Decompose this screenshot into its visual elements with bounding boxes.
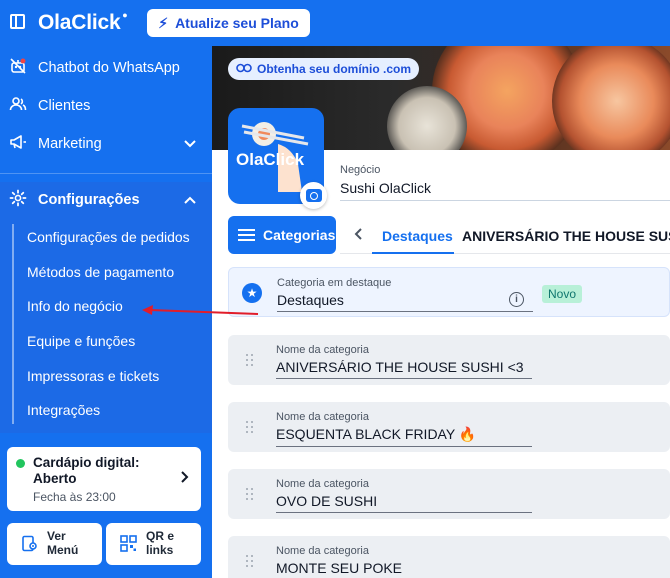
- categories-button[interactable]: Categorias: [228, 216, 336, 254]
- menu-icon: [238, 229, 255, 241]
- drag-handle-icon[interactable]: [246, 421, 256, 433]
- category-row: Nome da categoria OVO DE SUSHI: [228, 469, 670, 519]
- camera-icon[interactable]: [300, 182, 327, 209]
- sidebar-item-label: Marketing: [38, 136, 102, 152]
- view-menu-button[interactable]: Ver Menú: [7, 523, 102, 565]
- chevron-right-icon: [181, 471, 189, 486]
- robot-icon: [8, 57, 28, 80]
- submenu-item-info-negocio[interactable]: Info do negócio: [27, 298, 123, 314]
- annotation-arrow: [142, 305, 259, 315]
- sidebar-divider: [0, 173, 212, 174]
- chevron-up-icon: [184, 193, 196, 207]
- category-name-input[interactable]: OVO DE SUSHI: [276, 493, 532, 513]
- submenu-item-integracoes[interactable]: Integrações: [27, 402, 100, 418]
- category-name-label: Nome da categoria: [276, 478, 369, 490]
- status-dot: [16, 459, 25, 468]
- logo: OlaClick ●: [38, 10, 128, 34]
- category-row: Nome da categoria ANIVERSÁRIO THE HOUSE …: [228, 335, 670, 385]
- category-tabs: Destaques ANIVERSÁRIO THE HOUSE SUSHI: [340, 216, 670, 254]
- chevron-down-icon: [184, 137, 196, 151]
- business-name-field[interactable]: Negócio Sushi OlaClick: [340, 164, 670, 201]
- drag-handle-icon[interactable]: [246, 354, 256, 366]
- active-tab-indicator: [372, 252, 454, 254]
- submenu-item-equipe[interactable]: Equipe e funções: [27, 333, 135, 349]
- featured-category-row: ★ Categoria em destaque Destaques i Novo: [228, 267, 670, 317]
- submenu-item-impressoras[interactable]: Impressoras e tickets: [27, 368, 159, 384]
- sidebar-item-clientes[interactable]: Clientes: [0, 88, 212, 124]
- logo-text: OlaClick: [236, 150, 305, 169]
- sidebar-item-label: Clientes: [38, 98, 91, 114]
- featured-category-input[interactable]: Destaques: [277, 292, 533, 312]
- menu-closing-time: Fecha às 23:00: [33, 490, 116, 504]
- gear-icon: [8, 189, 28, 212]
- tab-aniversario[interactable]: ANIVERSÁRIO THE HOUSE SUSHI: [462, 228, 670, 244]
- users-icon: [8, 95, 28, 118]
- tab-destaques[interactable]: Destaques: [382, 228, 453, 244]
- qr-links-button[interactable]: QR e links: [106, 523, 201, 565]
- link-icon: [236, 62, 252, 76]
- sidebar-item-chatbot[interactable]: Chatbot do WhatsApp: [0, 50, 212, 86]
- top-bar: OlaClick ● ⚡︎ Atualize seu Plano: [0, 0, 670, 46]
- sidebar-item-configuracoes[interactable]: Configurações: [0, 182, 212, 218]
- category-row: Nome da categoria ESQUENTA BLACK FRIDAY …: [228, 402, 670, 452]
- sidebar-item-label: Configurações: [38, 192, 140, 208]
- digital-menu-status-card[interactable]: Cardápio digital: Aberto Fecha às 23:00: [7, 447, 201, 511]
- submenu-guide-line: [12, 224, 14, 424]
- business-name-value[interactable]: Sushi OlaClick: [340, 180, 670, 201]
- qr-code-icon: [120, 535, 137, 552]
- category-name-label: Nome da categoria: [276, 344, 369, 356]
- new-badge: Novo: [542, 285, 583, 303]
- submenu-item-config-pedidos[interactable]: Configurações de pedidos: [27, 229, 190, 245]
- upgrade-plan-button[interactable]: ⚡︎ Atualize seu Plano: [147, 9, 310, 37]
- main-content: Obtenha seu domínio .com OlaClick Negóci…: [212, 46, 670, 578]
- sidebar-item-marketing[interactable]: Marketing: [0, 126, 212, 162]
- view-menu-label: Ver Menú: [47, 529, 79, 557]
- business-name-label: Negócio: [340, 164, 381, 176]
- category-name-label: Nome da categoria: [276, 545, 369, 557]
- info-icon[interactable]: i: [509, 292, 524, 307]
- get-domain-button[interactable]: Obtenha seu domínio .com: [228, 58, 420, 80]
- featured-category-label: Categoria em destaque: [277, 277, 392, 289]
- sidebar-toggle-icon[interactable]: [10, 14, 25, 29]
- star-icon: ★: [242, 283, 262, 303]
- submenu-item-metodos-pagamento[interactable]: Métodos de pagamento: [27, 264, 174, 280]
- lightning-icon: ⚡︎: [158, 14, 169, 31]
- category-name-label: Nome da categoria: [276, 411, 369, 423]
- category-name-input[interactable]: ANIVERSÁRIO THE HOUSE SUSHI <3: [276, 359, 532, 379]
- category-name-input[interactable]: MONTE SEU POKE: [276, 560, 532, 578]
- megaphone-icon: [8, 133, 28, 156]
- category-name-input[interactable]: ESQUENTA BLACK FRIDAY 🔥: [276, 426, 532, 447]
- menu-status-title: Cardápio digital: Aberto: [33, 455, 140, 486]
- sidebar-item-label: Chatbot do WhatsApp: [38, 60, 180, 76]
- drag-handle-icon[interactable]: [246, 555, 256, 567]
- category-row: Nome da categoria MONTE SEU POKE: [228, 536, 670, 578]
- eye-menu-icon: [21, 535, 37, 552]
- qr-links-label: QR e links: [146, 529, 175, 557]
- drag-handle-icon[interactable]: [246, 488, 256, 500]
- chevron-left-icon[interactable]: [354, 227, 362, 243]
